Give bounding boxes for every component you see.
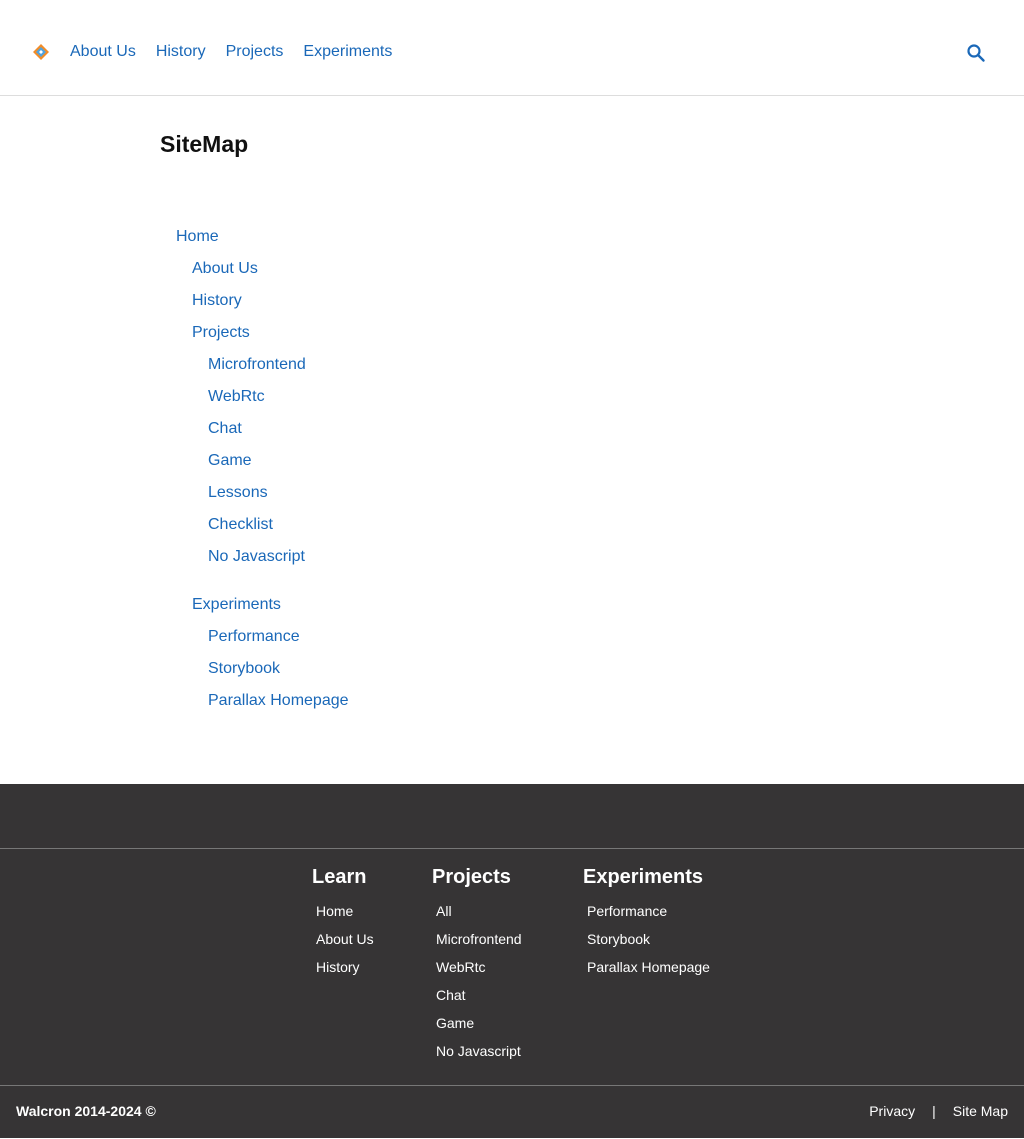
sitemap-link-performance[interactable]: Performance [208, 627, 300, 647]
sitemap-link-checklist[interactable]: Checklist [208, 515, 273, 535]
link-separator: | [932, 1103, 936, 1119]
footer-link-performance[interactable]: Performance [587, 902, 667, 920]
site-header: About Us History Projects Experiments [0, 0, 1024, 96]
home-logo-icon[interactable] [31, 42, 51, 62]
footer-link-game[interactable]: Game [436, 1014, 474, 1032]
nav-about-us[interactable]: About Us [70, 41, 136, 63]
footer-bottom-links: Privacy | Site Map [869, 1103, 1008, 1119]
sitemap-link-microfrontend[interactable]: Microfrontend [208, 355, 306, 375]
footer-bottom-divider [0, 1085, 1024, 1086]
sitemap-link-parallax-homepage[interactable]: Parallax Homepage [208, 691, 349, 711]
nav-experiments[interactable]: Experiments [303, 41, 392, 63]
footer-heading-experiments: Experiments [583, 866, 704, 888]
sitemap-link-lessons[interactable]: Lessons [208, 483, 268, 503]
footer-link-no-javascript[interactable]: No Javascript [436, 1042, 521, 1060]
sitemap-link-about-us[interactable]: About Us [192, 259, 258, 279]
footer-divider [0, 848, 1024, 849]
main-nav: About Us History Projects Experiments [70, 41, 412, 63]
footer-link-all[interactable]: All [436, 902, 452, 920]
footer-heading-projects: Projects [432, 866, 511, 888]
site-footer: Learn Home About Us History Projects All… [0, 784, 1024, 1138]
privacy-link[interactable]: Privacy [869, 1103, 915, 1119]
footer-link-microfrontend[interactable]: Microfrontend [436, 930, 522, 948]
footer-link-parallax-homepage[interactable]: Parallax Homepage [587, 958, 710, 976]
footer-link-home[interactable]: Home [316, 902, 353, 920]
sitemap-link-experiments[interactable]: Experiments [192, 595, 281, 615]
footer-link-chat[interactable]: Chat [436, 986, 466, 1004]
footer-link-webrtc[interactable]: WebRtc [436, 958, 486, 976]
footer-link-about-us[interactable]: About Us [316, 930, 374, 948]
footer-heading-learn: Learn [312, 866, 367, 888]
sitemap-link-history[interactable]: History [192, 291, 242, 311]
sitemap-link-storybook[interactable]: Storybook [208, 659, 280, 679]
sitemap-link-projects[interactable]: Projects [192, 323, 250, 343]
sitemap-content: SiteMap Home About Us History Projects M… [0, 96, 1024, 784]
sitemap-link-no-javascript[interactable]: No Javascript [208, 547, 305, 567]
copyright-text: Walcron 2014-2024 © [16, 1103, 156, 1119]
sitemap-link-home[interactable]: Home [176, 227, 219, 247]
sitemap-link-webrtc[interactable]: WebRtc [208, 387, 265, 407]
nav-history[interactable]: History [156, 41, 206, 63]
nav-projects[interactable]: Projects [226, 41, 284, 63]
footer-link-history[interactable]: History [316, 958, 360, 976]
page-title: SiteMap [160, 131, 249, 157]
footer-link-storybook[interactable]: Storybook [587, 930, 650, 948]
search-icon[interactable] [966, 43, 986, 63]
site-map-link[interactable]: Site Map [953, 1103, 1008, 1119]
sitemap-link-game[interactable]: Game [208, 451, 252, 471]
sitemap-link-chat[interactable]: Chat [208, 419, 242, 439]
